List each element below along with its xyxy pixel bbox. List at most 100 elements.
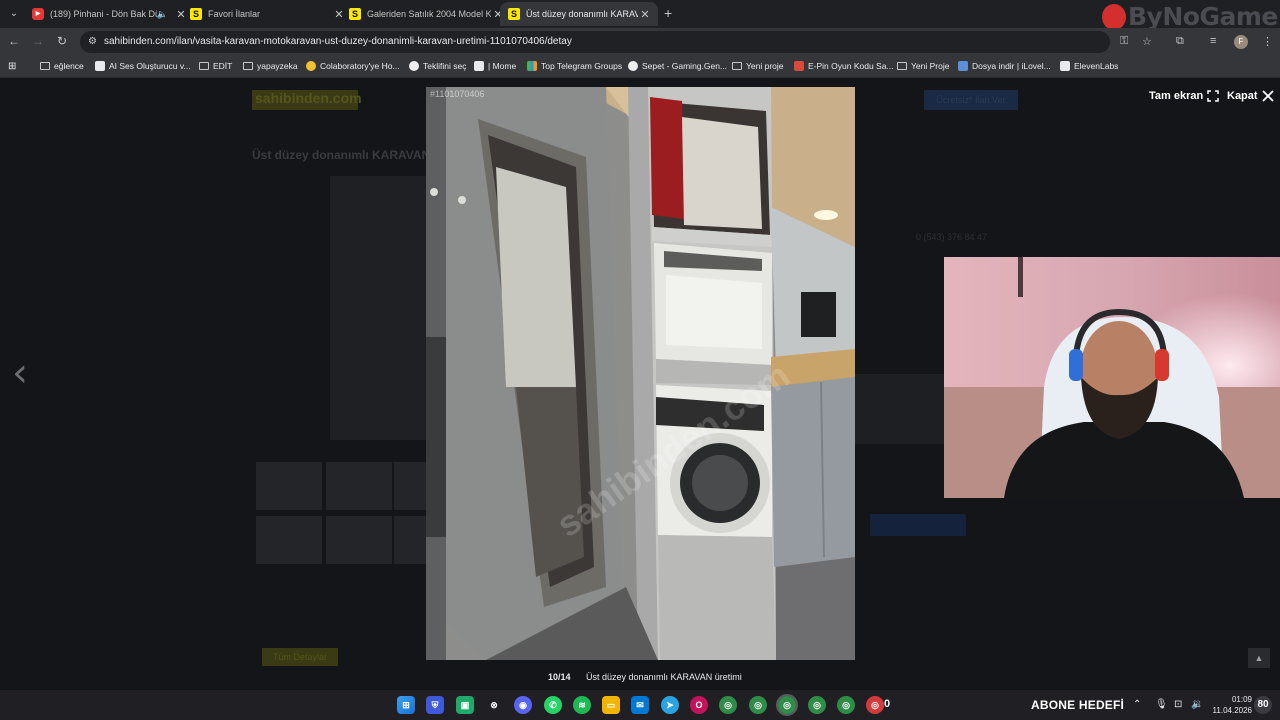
address-bar[interactable]: ⚙ sahibinden.com/ilan/vasita-karavan-mot… [80,31,1110,53]
discord-icon[interactable]: ◉ [514,696,532,714]
tab-favori-ilanlar[interactable]: S Favori İlanlar ✕ [182,2,352,26]
fullscreen-icon [1207,90,1219,102]
password-key-icon[interactable]: ⚿ [1120,35,1128,48]
bookmark-ai-ses[interactable]: AI Ses Oluşturucu v... [95,61,191,71]
back-icon[interactable]: ← [6,34,22,48]
bookmark-yeni-proje[interactable]: Yeni proje [732,61,784,71]
close-icon[interactable]: ✕ [638,8,652,21]
windows-taskbar: ⊞ ⛨ ▣ ⊗ ◉ ✆ ≋ ▭ ✉ ➤ O ◎ ◎ ◎ ◎ ◎ ◎ 0 ABON… [0,690,1280,720]
tray-chevron-icon[interactable]: ⌃ [1133,699,1141,710]
telegram-icon[interactable]: ➤ [661,696,679,714]
scroll-to-top-button[interactable]: ▲ [1248,648,1270,668]
webcam-overlay [944,257,1280,498]
bookmark-yapayzeka[interactable]: yapayzeka [243,61,298,71]
clock-time: 01:09 [1231,695,1252,704]
bookmark-label: Teklifini seç [423,61,467,71]
bookmark-label: Yeni Proje [911,61,950,71]
bookmark-sepet[interactable]: Sepet - Gaming.Gen... [628,61,727,71]
previous-photo-chevron-icon[interactable]: ‹ [12,350,28,396]
subscriber-count: 0 [884,698,891,710]
tab-strip: ⌄ ▶ (189) Pinhani - Dön Bak Dü 🔈 ✕ S Fav… [0,0,1280,31]
app-icon[interactable]: ▣ [456,696,474,714]
forward-icon[interactable]: → [30,34,46,48]
system-clock[interactable]: 01:09 11.04.2026 [1210,694,1252,716]
notification-badge[interactable]: 80 [1254,696,1272,714]
bookmark-teklifini-sec[interactable]: Teklifini seç [409,61,466,71]
bookmark-elevenlabs[interactable]: ElevenLabs [1060,61,1118,71]
clock-date: 11.04.2026 [1212,706,1252,715]
bookmark-label: yapayzeka [257,61,298,71]
speaker-icon[interactable]: 🔈 [157,9,168,20]
xbox-icon[interactable]: ⊗ [485,696,503,714]
sahibinden-icon: S [508,8,520,20]
reading-list-icon[interactable]: ≡ [1210,35,1216,47]
listing-title: Üst düzey donanımlı KARAVAN [252,148,431,162]
bookmark-mome[interactable]: | Mome [474,61,516,71]
bookmark-label: Colaboratory'ye Ho... [320,61,400,71]
chrome-profile-icon[interactable]: ◎ [749,696,767,714]
chrome-icon-3[interactable]: ◎ [837,696,855,714]
tab-karavan[interactable]: S Üst düzey donanımlı KARAVAN ✕ [500,2,658,26]
menu-dots-icon[interactable]: ⋮ [1262,35,1273,48]
tab-galeriden[interactable]: S Galeriden Satılık 2004 Model K ✕ [341,2,511,26]
site-info-icon[interactable]: ⚙ [88,36,97,47]
chrome-icon-2[interactable]: ◎ [808,696,826,714]
extensions-icon[interactable]: ⧉ [1176,35,1184,48]
whatsapp-icon[interactable]: ✆ [544,696,562,714]
bookmark-colab[interactable]: Colaboratory'ye Ho... [306,61,400,71]
chrome-icon[interactable]: ◎ [719,696,737,714]
caravan-interior-photo: sahibinden.com [426,87,855,660]
bynogame-ball-icon [1102,4,1126,30]
spotify-icon[interactable]: ≋ [573,696,591,714]
bookmark-eglence[interactable]: eğlence [40,61,84,71]
opera-icon[interactable]: O [690,696,708,714]
bookmark-star-icon[interactable]: ☆ [1142,35,1152,48]
bynogame-text: ByNoGame [1128,2,1278,31]
ai-icon [95,61,105,71]
volume-icon[interactable]: 🔉 [1191,699,1203,710]
reload-icon[interactable]: ↻ [54,34,70,48]
network-icon[interactable]: ⊡ [1174,699,1182,710]
close-label: Kapat [1227,90,1258,102]
outlook-icon[interactable]: ✉ [631,696,649,714]
fullscreen-label: Tam ekran [1149,90,1204,102]
post-ad-button: Ücretsiz* İlan Ver [924,90,1018,110]
fullscreen-button[interactable]: Tam ekran [1149,90,1219,102]
bookmark-yeni-proje-2[interactable]: Yeni Proje [897,61,949,71]
bookmark-label: eğlence [54,61,84,71]
bookmark-ilovepdf[interactable]: Dosya indir | iLovel... [958,61,1051,71]
bookmark-edit[interactable]: EDİT [199,61,232,71]
url-text[interactable]: sahibinden.com/ilan/vasita-karavan-motok… [104,36,572,47]
folder-icon [732,62,742,70]
elevenlabs-icon [1060,61,1070,71]
listing-main-image [330,176,426,440]
new-tab-button[interactable]: + [664,5,672,21]
tab-youtube[interactable]: ▶ (189) Pinhani - Dön Bak Dü 🔈 ✕ [24,2,194,26]
ilovepdf-icon [958,61,968,71]
bookmark-telegram-groups[interactable]: Top Telegram Groups [527,61,622,71]
profile-avatar[interactable]: F [1234,35,1248,49]
folder-icon [897,62,907,70]
bookmark-epin[interactable]: E-Pin Oyun Kodu Sa... [794,61,894,71]
photo-caption: Üst düzey donanımlı KARAVAN üretimi [586,672,742,682]
mome-icon [474,61,484,71]
windows-start-icon[interactable]: ⊞ [397,696,415,714]
chrome-active-icon[interactable]: ◎ [776,694,798,716]
bookmark-label: Top Telegram Groups [541,61,623,71]
shield-app-icon[interactable]: ⛨ [426,696,444,714]
folder-icon[interactable]: ▭ [602,696,620,714]
photo-counter: 10/14 [548,672,571,682]
chrome-icon-4[interactable]: ◎ [866,696,884,714]
photo-caption-bar: 10/14 Üst düzey donanımlı KARAVAN üretim… [0,668,1280,686]
folder-icon [199,62,209,70]
listing-id: #1101070406 [430,89,485,99]
bookmark-label: AI Ses Oluşturucu v... [109,61,191,71]
microphone-icon[interactable]: 🎙 [1155,699,1168,710]
close-lightbox-button[interactable]: Kapat [1227,90,1274,102]
thumbnail [394,516,426,564]
tab-search-button[interactable]: ⌄ [4,4,24,24]
apps-grid-icon[interactable]: ⊞ [8,61,16,72]
listing-photo: sahibinden.com [426,87,855,660]
bookmark-label: Yeni proje [746,61,784,71]
thumbnail [326,462,392,510]
